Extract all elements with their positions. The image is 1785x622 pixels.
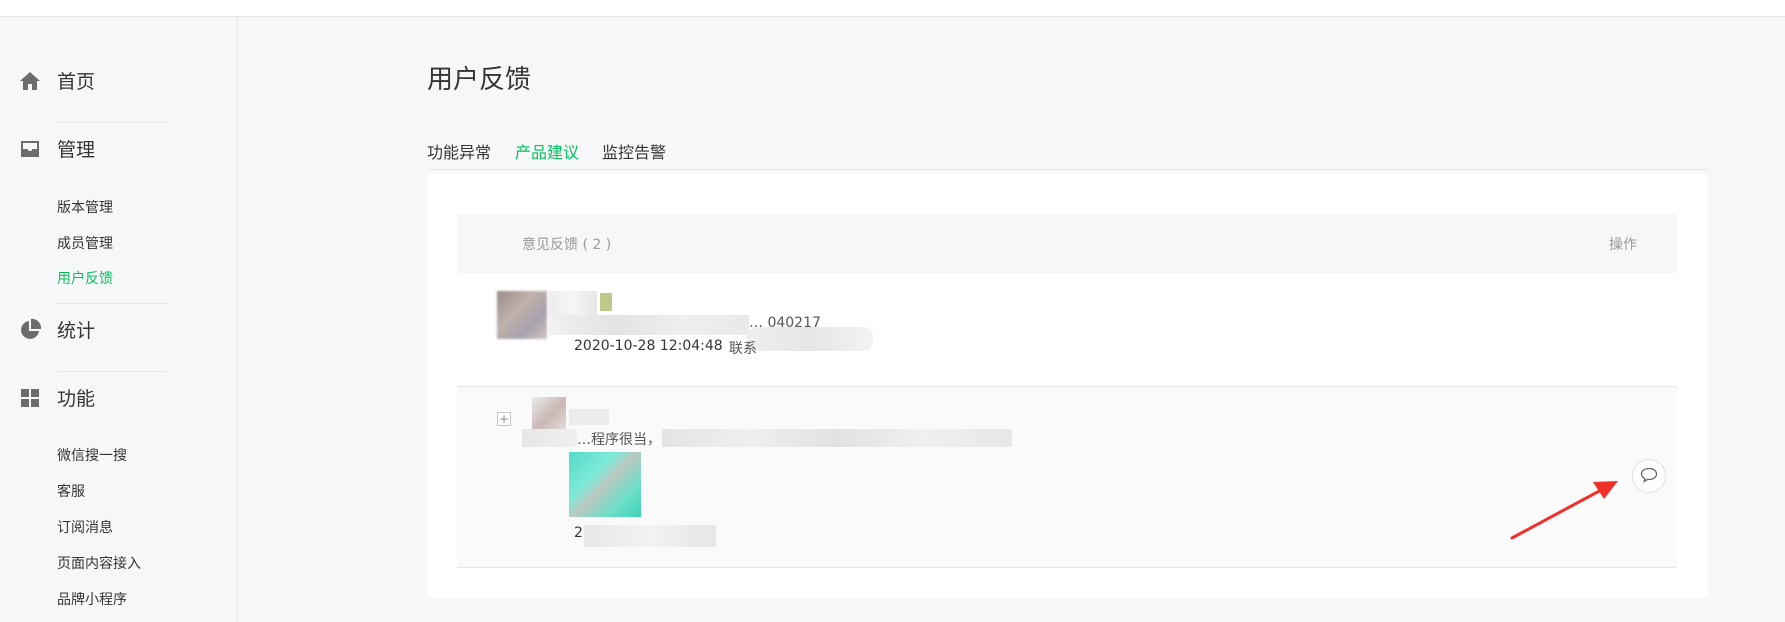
sidebar-group-label: 统计 <box>57 320 96 342</box>
sidebar-item-version-management[interactable]: 版本管理 <box>57 197 113 217</box>
sidebar-nav: 首页 管理 版本管理 成员管理 用户反馈 统计 功能 微信搜一搜 客服 订阅消息… <box>0 17 238 622</box>
redacted-badge <box>600 293 612 311</box>
table-header: 意见反馈 ( 2 ) 操作 <box>457 214 1677 273</box>
expand-toggle-icon[interactable]: + <box>497 412 511 426</box>
page-title: 用户反馈 <box>427 65 532 95</box>
comment-icon <box>1640 467 1658 486</box>
feedback-count-header: 意见反馈 ( 2 ) <box>522 237 612 253</box>
sidebar-item-member-management[interactable]: 成员管理 <box>57 233 113 253</box>
redacted-timestamp <box>584 525 716 547</box>
sidebar-item-user-feedback[interactable]: 用户反馈 <box>57 268 113 288</box>
sidebar-group-home[interactable]: 首页 <box>18 67 95 94</box>
table-row[interactable]: + …程序很当， 2 <box>457 387 1677 568</box>
inbox-icon <box>18 137 42 161</box>
tab-function-error[interactable]: 功能异常 <box>427 139 491 175</box>
sidebar-item-wechat-search[interactable]: 微信搜一搜 <box>57 445 127 465</box>
sidebar-divider <box>57 122 167 123</box>
avatar <box>497 291 547 339</box>
reply-comment-button[interactable] <box>1632 459 1666 493</box>
sidebar-item-subscription-messages[interactable]: 订阅消息 <box>57 517 113 537</box>
sidebar-item-page-content-access[interactable]: 页面内容接入 <box>57 553 141 573</box>
redacted-text <box>662 429 1012 447</box>
table-row[interactable]: … 040217 2020-10-28 12:04:48 联系 <box>457 273 1677 387</box>
feedback-timestamp: 2 <box>574 525 583 541</box>
sidebar-group-manage[interactable]: 管理 <box>18 135 95 162</box>
home-icon <box>18 69 42 93</box>
sidebar-group-statistics[interactable]: 统计 <box>18 316 95 343</box>
redacted-text <box>522 429 577 447</box>
redacted-text <box>549 315 749 335</box>
action-column-header: 操作 <box>1609 237 1637 253</box>
redacted-nickname <box>569 409 609 425</box>
tab-product-suggestion[interactable]: 产品建议 <box>515 139 580 177</box>
feedback-timestamp: 2020-10-28 12:04:48 <box>574 338 723 354</box>
pie-chart-icon <box>18 318 42 342</box>
sidebar-divider <box>57 371 167 372</box>
feedback-screenshot-thumbnail[interactable] <box>569 452 641 517</box>
sidebar-item-brand-mini-program[interactable]: 品牌小程序 <box>57 589 127 609</box>
sidebar-group-label: 功能 <box>57 388 96 410</box>
grid-icon <box>18 386 42 410</box>
tab-monitoring-alert[interactable]: 监控告警 <box>602 139 666 175</box>
sidebar-divider <box>57 303 167 304</box>
sidebar-group-label: 首页 <box>57 71 96 93</box>
feedback-contact-label: 联系 <box>729 341 757 357</box>
sidebar-group-features[interactable]: 功能 <box>18 384 95 411</box>
sidebar-item-customer-service[interactable]: 客服 <box>57 481 85 501</box>
feedback-content-partial: …程序很当， <box>577 432 661 448</box>
feedback-card: 意见反馈 ( 2 ) 操作 … 040217 2020-10-28 12:04:… <box>427 174 1708 598</box>
feedback-tabs: 功能异常 产品建议 监控告警 <box>427 121 1708 177</box>
sidebar-group-label: 管理 <box>57 139 96 161</box>
redacted-text <box>747 327 873 351</box>
main-content: 用户反馈 功能异常 产品建议 监控告警 意见反馈 ( 2 ) 操作 … 0402… <box>238 17 1785 622</box>
top-bar <box>0 0 1785 17</box>
